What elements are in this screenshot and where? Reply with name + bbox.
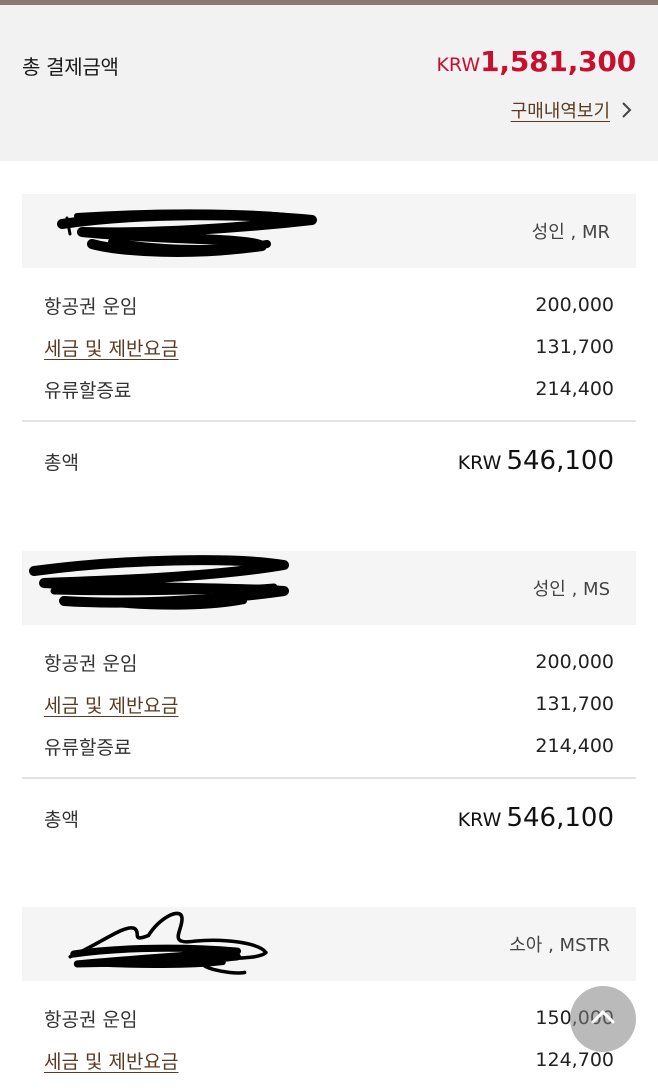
total-amount-value: 546,100 xyxy=(506,803,614,833)
fare-value: 200,000 xyxy=(535,294,614,316)
summary-title: 총 결제금액 xyxy=(22,55,119,79)
summary-amount-value: 1,581,300 xyxy=(480,45,636,78)
summary-total-amount: KRW1,581,300 xyxy=(436,45,636,78)
total-amount: KRW 546,100 xyxy=(458,803,614,833)
fare-row: 항공권 운임 200,000 xyxy=(44,641,614,683)
purchase-history-link[interactable]: 구매내역보기 xyxy=(511,97,634,123)
passenger-header: 성인 , MR xyxy=(22,194,636,268)
fuel-surcharge-label: 유류할증료 xyxy=(44,379,132,402)
redacted-passenger-name xyxy=(22,551,322,625)
tax-value: 131,700 xyxy=(535,336,614,358)
tax-value: 124,700 xyxy=(535,1049,614,1071)
fuel-surcharge-value: 214,400 xyxy=(535,735,614,757)
passenger-total: 총액 KRW 546,100 xyxy=(22,779,636,857)
total-amount-value: 546,100 xyxy=(506,446,614,476)
passenger-header: 소아 , MSTR xyxy=(22,907,636,981)
tax-row: 세금 및 제반요금 131,700 xyxy=(44,683,614,725)
payment-summary: 총 결제금액 KRW1,581,300 구매내역보기 xyxy=(0,5,658,161)
passenger-type: 소아 , MSTR xyxy=(509,935,610,956)
redacted-passenger-name xyxy=(22,907,322,981)
chevron-right-icon xyxy=(618,101,634,119)
fare-breakdown: 항공권 운임 200,000 세금 및 제반요금 131,700 유류할증료 2… xyxy=(22,641,636,767)
total-label: 총액 xyxy=(44,808,79,831)
fare-breakdown: 항공권 운임 150,000 세금 및 제반요금 124,700 xyxy=(22,997,636,1081)
tax-row: 세금 및 제반요금 124,700 xyxy=(44,1039,614,1081)
fare-label: 항공권 운임 xyxy=(44,1008,138,1031)
passenger-type: 성인 , MR xyxy=(531,222,610,243)
scroll-to-top-button[interactable] xyxy=(570,986,636,1052)
passenger-header: 성인 , MS xyxy=(22,551,636,625)
passenger-total: 총액 KRW 546,100 xyxy=(22,422,636,500)
tax-value: 131,700 xyxy=(535,693,614,715)
chevron-up-icon xyxy=(589,1007,617,1031)
summary-currency: KRW xyxy=(436,54,481,76)
tax-link[interactable]: 세금 및 제반요금 xyxy=(44,691,178,718)
purchase-history-label[interactable]: 구매내역보기 xyxy=(511,97,610,123)
fare-label: 항공권 운임 xyxy=(44,295,138,318)
fuel-surcharge-row: 유류할증료 214,400 xyxy=(44,725,614,767)
passenger-type: 성인 , MS xyxy=(532,579,610,600)
tax-link[interactable]: 세금 및 제반요금 xyxy=(44,334,178,361)
tax-link[interactable]: 세금 및 제반요금 xyxy=(44,1047,178,1074)
fare-breakdown: 항공권 운임 200,000 세금 및 제반요금 131,700 유류할증료 2… xyxy=(22,284,636,410)
tax-row: 세금 및 제반요금 131,700 xyxy=(44,326,614,368)
total-currency: KRW xyxy=(457,452,502,474)
fare-label: 항공권 운임 xyxy=(44,652,138,675)
fuel-surcharge-row: 유류할증료 214,400 xyxy=(44,368,614,410)
total-amount: KRW 546,100 xyxy=(458,446,614,476)
fuel-surcharge-value: 214,400 xyxy=(535,378,614,400)
total-label: 총액 xyxy=(44,451,79,474)
total-currency: KRW xyxy=(457,809,502,831)
passenger-card: 성인 , MR 항공권 운임 200,000 세금 및 제반요금 131,700… xyxy=(22,194,636,500)
fuel-surcharge-label: 유류할증료 xyxy=(44,736,132,759)
redacted-passenger-name xyxy=(22,194,322,268)
fare-value: 200,000 xyxy=(535,651,614,673)
fare-row: 항공권 운임 200,000 xyxy=(44,284,614,326)
passenger-card: 소아 , MSTR 항공권 운임 150,000 세금 및 제반요금 124,7… xyxy=(22,907,636,1081)
fare-row: 항공권 운임 150,000 xyxy=(44,997,614,1039)
passenger-card: 성인 , MS 항공권 운임 200,000 세금 및 제반요금 131,700… xyxy=(22,551,636,857)
